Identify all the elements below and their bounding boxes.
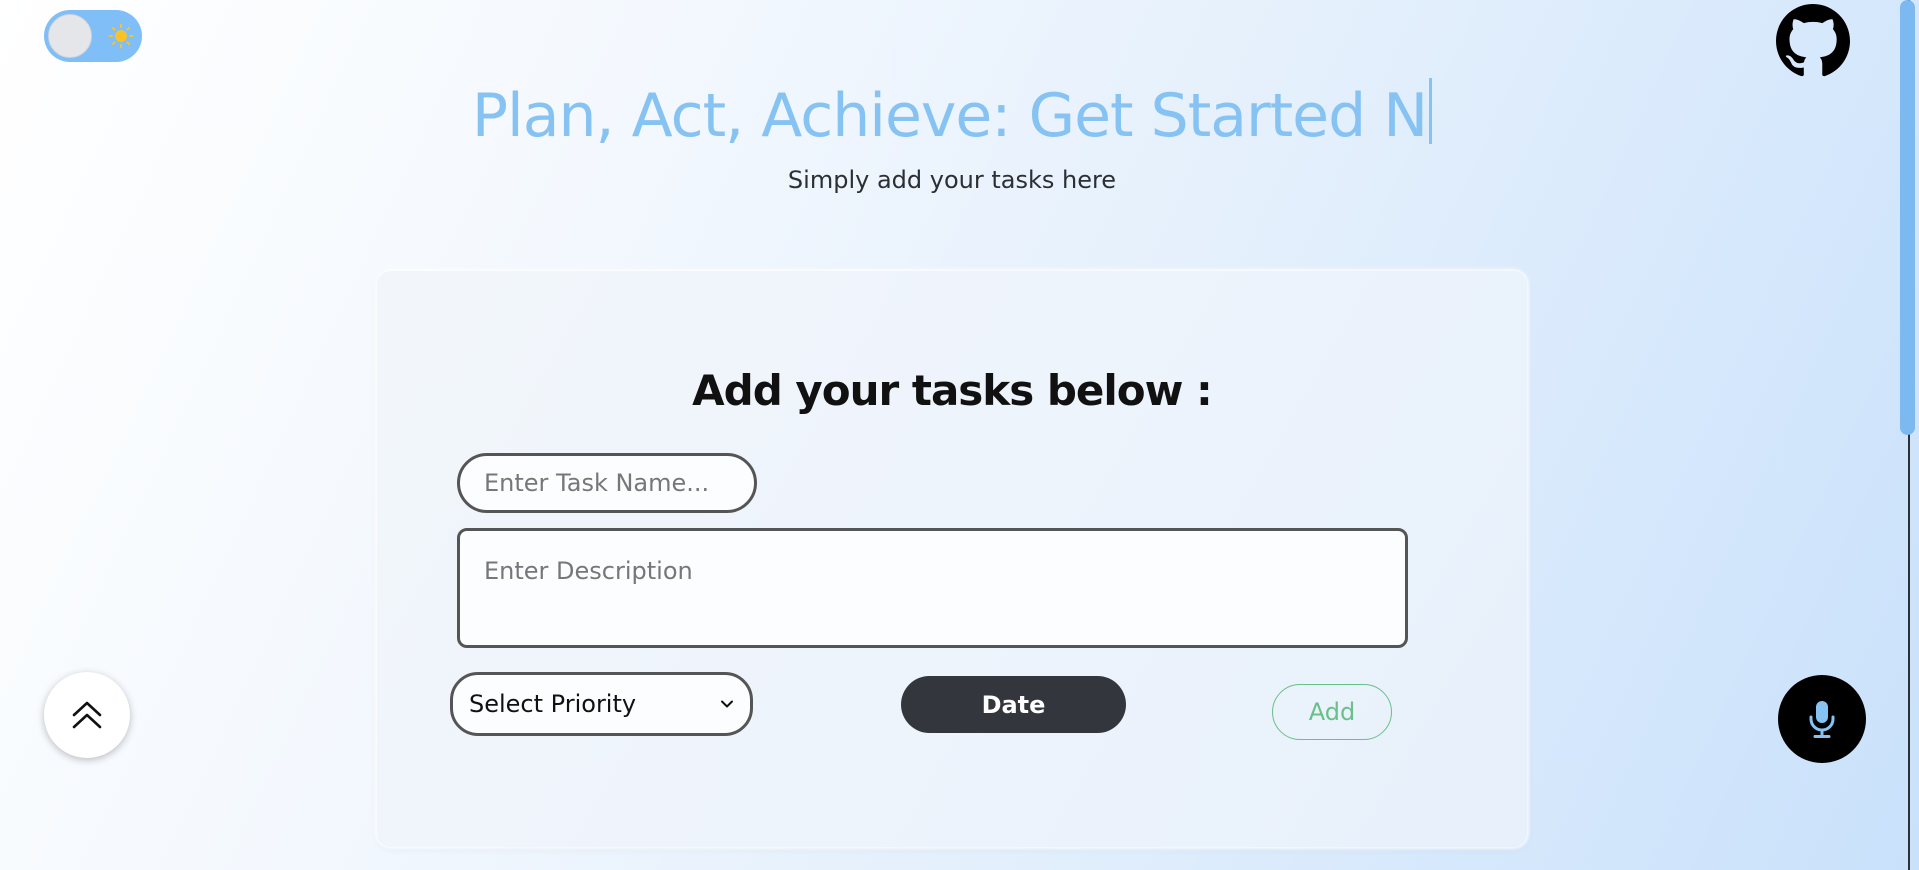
form-heading: Add your tasks below : (692, 366, 1213, 415)
sun-icon (108, 23, 134, 49)
priority-select[interactable]: Select Priority (450, 672, 753, 736)
scroll-to-top-button[interactable] (44, 672, 130, 758)
date-button[interactable]: Date (901, 676, 1126, 733)
priority-select-value: Select Priority (469, 690, 637, 718)
voice-input-button[interactable] (1778, 675, 1866, 763)
chevron-down-icon (721, 700, 733, 708)
double-chevron-up-icon (72, 701, 102, 729)
toggle-knob (48, 14, 92, 58)
task-name-input[interactable] (457, 453, 757, 513)
page-subtitle: Simply add your tasks here (787, 166, 1117, 194)
theme-toggle[interactable] (44, 10, 142, 62)
typing-cursor (1429, 78, 1433, 144)
scrollbar-thumb[interactable] (1900, 0, 1915, 435)
page-title-text: Plan, Act, Achieve: Get Started N (471, 81, 1428, 151)
page-title: Plan, Act, Achieve: Get Started N (0, 78, 1904, 151)
add-task-button[interactable]: Add (1272, 684, 1392, 740)
task-form-card: Add your tasks below : Select Priority D… (377, 271, 1527, 847)
github-icon (1776, 4, 1850, 77)
github-link[interactable] (1776, 4, 1850, 78)
description-input[interactable] (457, 528, 1408, 648)
microphone-icon (1809, 701, 1835, 738)
